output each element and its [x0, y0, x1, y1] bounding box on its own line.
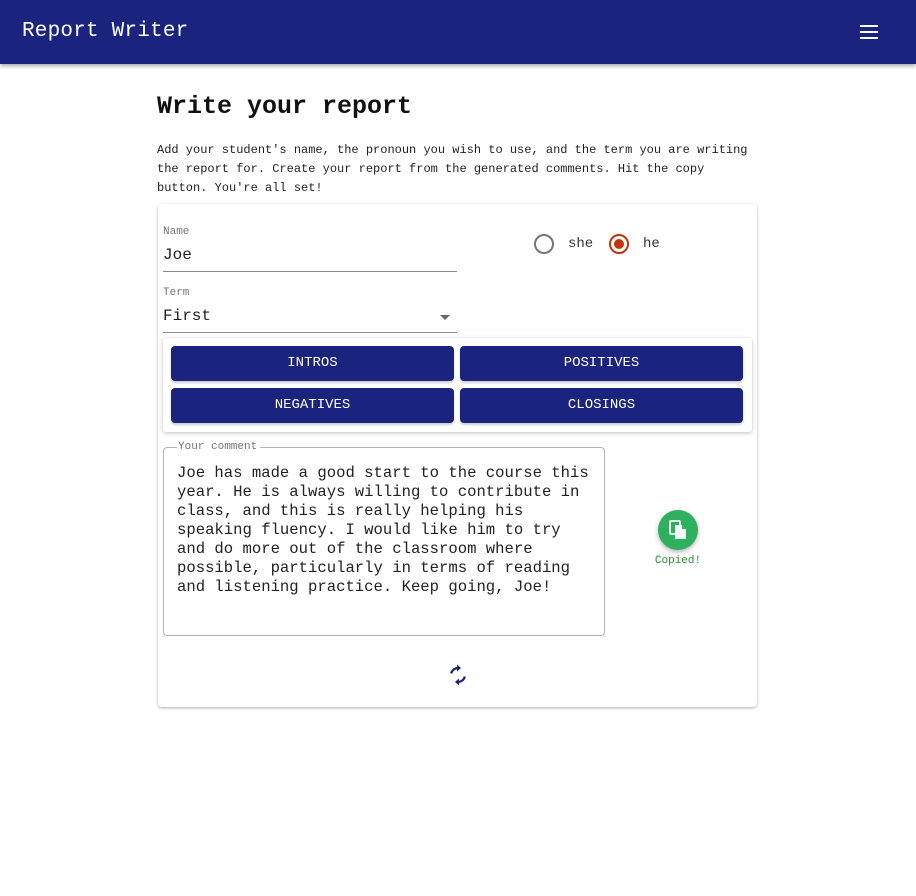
refresh-button[interactable]: [446, 663, 470, 687]
radio-he-label[interactable]: he: [643, 235, 660, 253]
refresh-icon: [450, 664, 466, 686]
intro-text: Add your student's name, the pronoun you…: [157, 143, 748, 195]
comment-text[interactable]: Joe has made a good start to the course …: [177, 464, 595, 597]
copy-button[interactable]: [658, 510, 698, 550]
app-title: Report Writer: [22, 20, 189, 43]
term-underline: [163, 332, 457, 333]
radio-he[interactable]: [609, 234, 629, 254]
intros-button[interactable]: INTROS: [171, 346, 454, 381]
copy-icon: [669, 520, 686, 539]
comment-textarea[interactable]: Your comment Joe has made a good start t…: [163, 440, 605, 636]
comment-category-panel: INTROS POSITIVES NEGATIVES CLOSINGS: [163, 338, 752, 432]
term-label: Term: [163, 287, 190, 299]
radio-she[interactable]: [534, 234, 554, 254]
chevron-down-icon[interactable]: [440, 315, 450, 320]
name-input[interactable]: Joe: [163, 244, 192, 266]
app-bar: Report Writer: [0, 0, 916, 64]
name-underline: [163, 271, 457, 272]
negatives-button[interactable]: NEGATIVES: [171, 388, 454, 423]
term-select[interactable]: First: [163, 305, 211, 327]
comment-label: Your comment: [177, 440, 261, 454]
copy-status: Copied!: [654, 555, 702, 567]
report-card: Name Joe she he Term First INTROS POSITI…: [158, 204, 757, 707]
name-label: Name: [163, 226, 190, 238]
closings-button[interactable]: CLOSINGS: [460, 388, 743, 423]
menu-button[interactable]: [852, 16, 886, 48]
page-title: Write your report: [157, 92, 413, 121]
positives-button[interactable]: POSITIVES: [460, 346, 743, 381]
menu-icon: [860, 25, 878, 39]
radio-she-label[interactable]: she: [568, 235, 593, 253]
